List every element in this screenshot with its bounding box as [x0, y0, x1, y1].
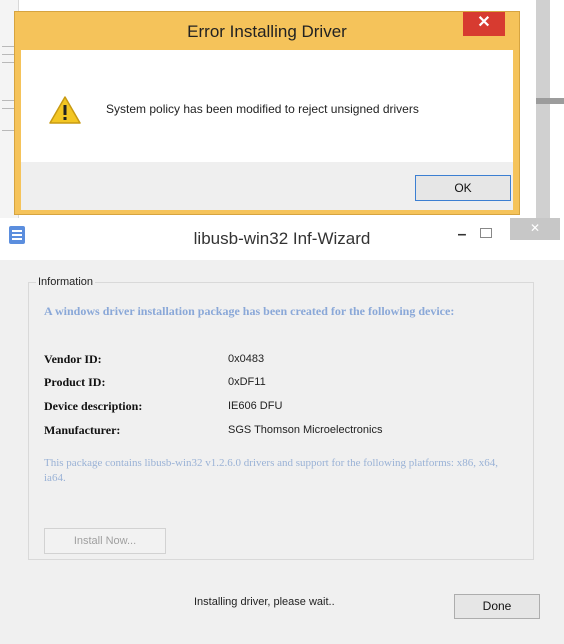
background-divider	[536, 98, 564, 104]
info-heading: A windows driver installation package ha…	[44, 304, 455, 318]
vendor-id-value: 0x0483	[228, 353, 265, 365]
wizard-close-button[interactable]: ✕	[510, 218, 560, 240]
manufacturer-label: Manufacturer:	[44, 423, 121, 437]
inf-wizard-window: libusb-win32 Inf-Wizard – ✕ Information …	[0, 218, 564, 644]
error-dialog: Error Installing Driver ✕ System policy …	[14, 11, 520, 215]
warning-icon	[49, 96, 81, 124]
device-description-value: IE606 DFU	[228, 400, 283, 412]
product-id-value: 0xDF11	[228, 376, 266, 388]
status-text: Installing driver, please wait..	[194, 596, 335, 608]
background-right-bar	[536, 0, 550, 220]
error-dialog-footer: OK	[21, 162, 513, 210]
ok-button[interactable]: OK	[415, 175, 511, 201]
install-now-button[interactable]: Install Now...	[44, 528, 166, 554]
error-close-button[interactable]: ✕	[463, 12, 505, 36]
error-message: System policy has been modified to rejec…	[106, 102, 419, 116]
product-id-label: Product ID:	[44, 375, 106, 389]
minimize-button[interactable]: –	[450, 226, 474, 246]
wizard-titlebar: libusb-win32 Inf-Wizard – ✕	[0, 218, 564, 260]
done-button[interactable]: Done	[454, 594, 540, 619]
wizard-title: libusb-win32 Inf-Wizard	[193, 229, 371, 248]
vendor-id-label: Vendor ID:	[44, 352, 102, 366]
device-description-label: Device description:	[44, 399, 143, 413]
information-group	[28, 282, 534, 560]
manufacturer-value: SGS Thomson Microelectronics	[228, 424, 383, 436]
information-group-label: Information	[36, 276, 96, 288]
error-dialog-body: System policy has been modified to rejec…	[21, 50, 513, 162]
maximize-button[interactable]	[480, 228, 492, 238]
package-note: This package contains libusb-win32 v1.2.…	[44, 457, 498, 484]
error-dialog-title: Error Installing Driver	[187, 22, 347, 41]
